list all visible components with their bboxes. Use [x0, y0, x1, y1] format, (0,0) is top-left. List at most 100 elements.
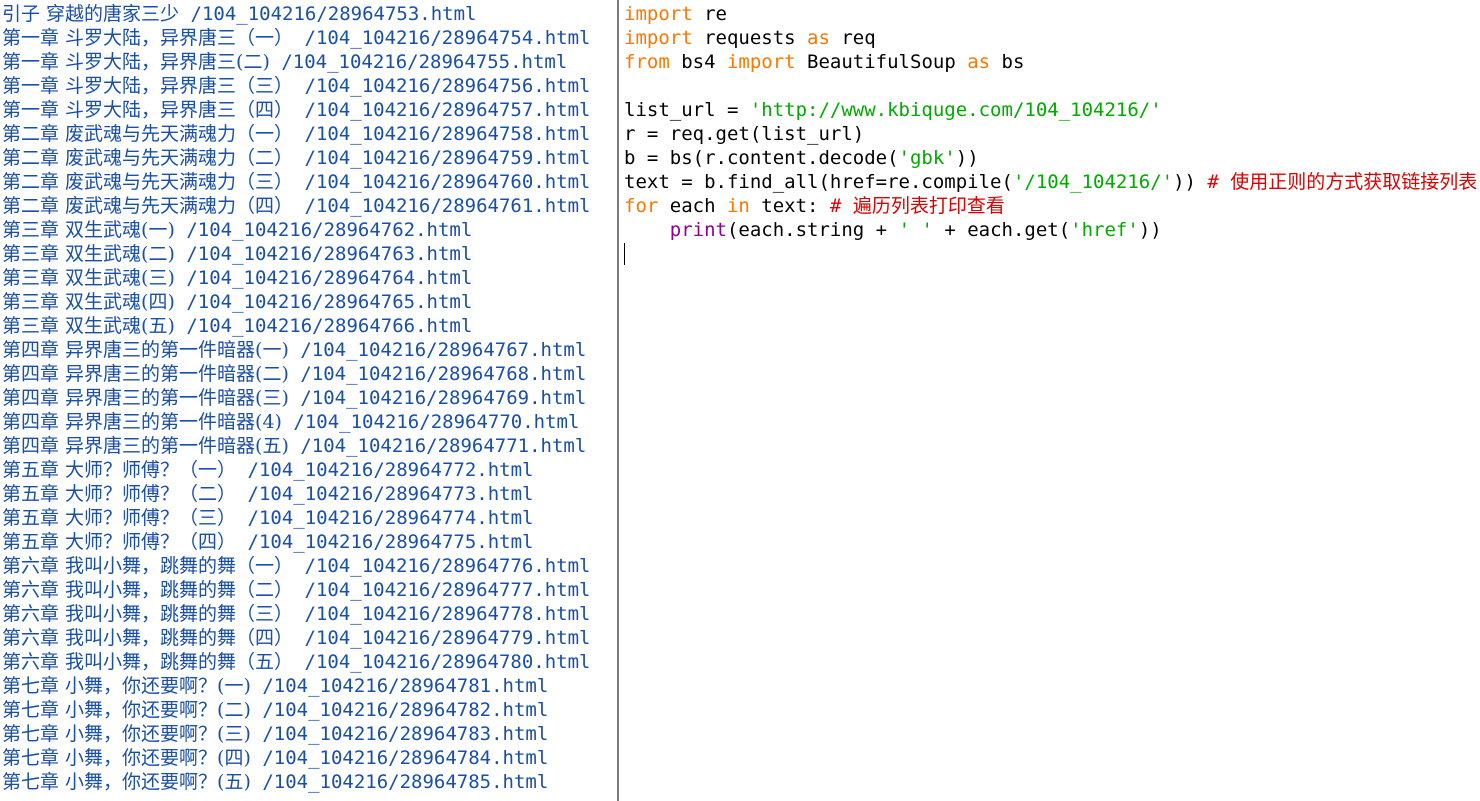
- chapter-title: 第一章 斗罗大陆，异界唐三(二): [2, 51, 270, 73]
- chapter-link-path: /104_104216/28964759.html: [304, 147, 591, 169]
- chapter-title: 第一章 斗罗大陆，异界唐三（四）: [2, 99, 294, 121]
- chapter-link-path: /104_104216/28964776.html: [304, 555, 591, 577]
- chapter-title: 第六章 我叫小舞，跳舞的舞（一）: [2, 555, 294, 577]
- chapter-title: 第三章 双生武魂(五): [2, 315, 175, 337]
- chapter-link-path: /104_104216/28964777.html: [304, 579, 591, 601]
- chapter-title: 第三章 双生武魂(三): [2, 267, 175, 289]
- output-line: 第四章 异界唐三的第一件暗器(一) /104_104216/28964767.h…: [2, 338, 586, 362]
- output-line: 第四章 异界唐三的第一件暗器(4) /104_104216/28964770.h…: [2, 410, 579, 434]
- chapter-link-path: /104_104216/28964770.html: [293, 411, 580, 433]
- output-line: 第三章 双生武魂(三) /104_104216/28964764.html: [2, 266, 472, 290]
- output-line: 第二章 废武魂与先天满魂力（三） /104_104216/28964760.ht…: [2, 170, 590, 194]
- string-literal: 'http://www.kbiquge.com/104_104216/': [749, 99, 1162, 121]
- output-line: 第五章 大师？师傅？（三） /104_104216/28964774.html: [2, 506, 533, 530]
- code-text: bs4: [669, 51, 727, 73]
- chapter-link-path: /104_104216/28964781.html: [262, 675, 549, 697]
- chapter-link-path: /104_104216/28964765.html: [186, 291, 473, 313]
- string-literal: 'gbk': [898, 147, 956, 169]
- keyword: import: [624, 3, 693, 25]
- code-text: each: [658, 195, 727, 217]
- chapter-title: 第五章 大师？师傅？（二）: [2, 483, 237, 505]
- chapter-link-path: /104_104216/28964756.html: [304, 75, 591, 97]
- chapter-title: 第六章 我叫小舞，跳舞的舞（五）: [2, 651, 294, 673]
- output-line: 第一章 斗罗大陆，异界唐三（三） /104_104216/28964756.ht…: [2, 74, 590, 98]
- output-line: 第六章 我叫小舞，跳舞的舞（二） /104_104216/28964777.ht…: [2, 578, 590, 602]
- code-comment: # 遍历列表打印查看: [829, 195, 1005, 217]
- keyword: for: [624, 195, 659, 217]
- code-text: )): [955, 147, 979, 169]
- output-line: 引子 穿越的唐家三少 /104_104216/28964753.html: [2, 2, 476, 26]
- code-text: list_url =: [624, 99, 750, 121]
- chapter-link-path: /104_104216/28964785.html: [262, 771, 549, 793]
- output-line: 第五章 大师？师傅？（二） /104_104216/28964773.html: [2, 482, 533, 506]
- code-line-3: from bs4 import BeautifulSoup as bs: [624, 50, 1024, 74]
- code-line-8: text = b.find_all(href=re.compile('/104_…: [624, 170, 1477, 194]
- output-line: 第四章 异界唐三的第一件暗器(三) /104_104216/28964769.h…: [2, 386, 586, 410]
- string-literal: ' ': [898, 219, 933, 241]
- code-text: r = req.get(list_url): [624, 123, 865, 145]
- chapter-title: 第四章 异界唐三的第一件暗器(一): [2, 339, 289, 361]
- chapter-link-path: /104_104216/28964755.html: [281, 51, 568, 73]
- code-editor[interactable]: import re import requests as req from bs…: [619, 0, 1480, 801]
- code-text: BeautifulSoup: [795, 51, 968, 73]
- output-line: 第二章 废武魂与先天满魂力（四） /104_104216/28964761.ht…: [2, 194, 590, 218]
- text-cursor: [624, 243, 625, 265]
- chapter-link-path: /104_104216/28964767.html: [300, 339, 587, 361]
- code-line-7: b = bs(r.content.decode('gbk')): [624, 146, 979, 170]
- output-line: 第四章 异界唐三的第一件暗器(二) /104_104216/28964768.h…: [2, 362, 586, 386]
- chapter-title: 第五章 大师？师傅？（三）: [2, 507, 237, 529]
- chapter-title: 第七章 小舞，你还要啊？(三): [2, 723, 251, 745]
- output-panel[interactable]: 引子 穿越的唐家三少 /104_104216/28964753.html 第一章 …: [0, 0, 617, 801]
- code-text: bs: [990, 51, 1025, 73]
- code-text: text = b.find_all(href=re.compile(: [624, 171, 1013, 193]
- chapter-title: 第七章 小舞，你还要啊？(四): [2, 747, 251, 769]
- code-comment: # 使用正则的方式获取链接列表: [1207, 171, 1478, 193]
- chapter-title: 第六章 我叫小舞，跳舞的舞（二）: [2, 579, 294, 601]
- chapter-link-path: /104_104216/28964782.html: [262, 699, 549, 721]
- code-text: b = bs(r.content.decode(: [624, 147, 899, 169]
- output-line: 第二章 废武魂与先天满魂力（二） /104_104216/28964759.ht…: [2, 146, 590, 170]
- chapter-title: 第七章 小舞，你还要啊？(五): [2, 771, 251, 793]
- chapter-title: 第二章 废武魂与先天满魂力（三）: [2, 171, 294, 193]
- chapter-link-path: /104_104216/28964760.html: [304, 171, 591, 193]
- output-line: 第六章 我叫小舞，跳舞的舞（一） /104_104216/28964776.ht…: [2, 554, 590, 578]
- keyword: from: [624, 51, 670, 73]
- code-line-2: import requests as req: [624, 26, 876, 50]
- string-literal: 'href': [1070, 219, 1139, 241]
- output-line: 第五章 大师？师傅？（一） /104_104216/28964772.html: [2, 458, 533, 482]
- chapter-link-path: /104_104216/28964773.html: [247, 483, 534, 505]
- chapter-title: 第一章 斗罗大陆，异界唐三（三）: [2, 75, 294, 97]
- output-line: 第三章 双生武魂(二) /104_104216/28964763.html: [2, 242, 472, 266]
- keyword: import: [726, 51, 796, 73]
- chapter-title: 第四章 异界唐三的第一件暗器(三): [2, 387, 289, 409]
- output-line: 第七章 小舞，你还要啊？(四) /104_104216/28964784.htm…: [2, 746, 548, 770]
- chapter-title: 引子 穿越的唐家三少: [2, 3, 180, 25]
- chapter-title: 第二章 废武魂与先天满魂力（四）: [2, 195, 294, 217]
- chapter-title: 第二章 废武魂与先天满魂力（二）: [2, 147, 294, 169]
- code-text: )): [1173, 171, 1208, 193]
- chapter-title: 第四章 异界唐三的第一件暗器(二): [2, 363, 289, 385]
- chapter-title: 第六章 我叫小舞，跳舞的舞（四）: [2, 627, 294, 649]
- keyword: in: [726, 195, 750, 217]
- chapter-link-path: /104_104216/28964762.html: [186, 219, 473, 241]
- code-line-1: import re: [624, 2, 727, 26]
- chapter-title: 第三章 双生武魂(二): [2, 243, 175, 265]
- chapter-title: 第四章 异界唐三的第一件暗器(五): [2, 435, 289, 457]
- chapter-link-path: /104_104216/28964780.html: [304, 651, 591, 673]
- chapter-title: 第五章 大师？师傅？（四）: [2, 531, 237, 553]
- output-line: 第三章 双生武魂(四) /104_104216/28964765.html: [2, 290, 472, 314]
- chapter-title: 第七章 小舞，你还要啊？(二): [2, 699, 251, 721]
- chapter-link-path: /104_104216/28964778.html: [304, 603, 591, 625]
- chapter-link-path: /104_104216/28964758.html: [304, 123, 591, 145]
- chapter-link-path: /104_104216/28964766.html: [186, 315, 473, 337]
- code-line-9: for each in text: # 遍历列表打印查看: [624, 194, 1005, 218]
- output-line: 第一章 斗罗大陆，异界唐三（一） /104_104216/28964754.ht…: [2, 26, 590, 50]
- builtin-function: print: [669, 219, 727, 241]
- chapter-link-path: /104_104216/28964764.html: [186, 267, 473, 289]
- chapter-link-path: /104_104216/28964761.html: [304, 195, 591, 217]
- output-line: 第七章 小舞，你还要啊？(五) /104_104216/28964785.htm…: [2, 770, 548, 794]
- output-line: 第六章 我叫小舞，跳舞的舞（五） /104_104216/28964780.ht…: [2, 650, 590, 674]
- chapter-link-path: /104_104216/28964757.html: [304, 99, 591, 121]
- code-text: text:: [749, 195, 830, 217]
